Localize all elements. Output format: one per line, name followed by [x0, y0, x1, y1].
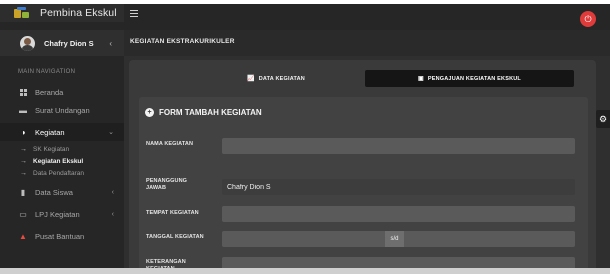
tab-pengajuan-kegiatan[interactable]: ▣ PENGAJUAN KEGIATAN EKSKUL [365, 70, 574, 87]
sidebar-item-label: Beranda [35, 87, 64, 97]
breadcrumb: KEGIATAN EKSTRAKURIKULER [130, 38, 235, 45]
form-title-text: FORM TAMBAH KEGIATAN [159, 108, 262, 117]
sidebar-item-lpj-kegiatan[interactable]: ▭ LPJ Kegiatan ‹ [0, 205, 124, 223]
sidebar-item-beranda[interactable]: Beranda [0, 83, 124, 101]
tanggal-selesai-input[interactable] [404, 231, 575, 247]
arrow-right-icon: → [20, 145, 27, 153]
form-title: + FORM TAMBAH KEGIATAN [145, 108, 262, 117]
tab-label: DATA KEGIATAN [258, 75, 305, 82]
plus-circle-icon: + [145, 108, 154, 117]
sidebar: Pembina Ekskul Chafry Dion S ‹ MAIN NAVI… [0, 0, 124, 274]
sidebar-item-surat-undangan[interactable]: ▬ Surat Undangan [0, 101, 124, 119]
tanggal-mulai-input[interactable] [222, 231, 385, 247]
sidebar-item-data-siswa[interactable]: ▮ Data Siswa ‹ [0, 183, 124, 201]
sidebar-item-kegiatan[interactable]: ◑ Kegiatan ⌄ [0, 123, 124, 141]
main-content: 📈 DATA KEGIATAN ▣ PENGAJUAN KEGIATAN EKS… [124, 56, 610, 274]
label-penanggung-jawab: PENANGGUNG JAWAB [146, 178, 187, 192]
chart-icon: 📈 [247, 76, 255, 82]
content-panel: 📈 DATA KEGIATAN ▣ PENGAJUAN KEGIATAN EKS… [129, 60, 596, 274]
sidebar-subitem-sk-kegiatan[interactable]: → SK Kegiatan [20, 143, 69, 155]
chevron-down-icon: ⌄ [108, 129, 114, 136]
label-tempat-kegiatan: TEMPAT KEGIATAN [146, 210, 199, 216]
mail-icon: ▬ [19, 105, 27, 115]
dashboard-grid-icon [19, 88, 27, 96]
power-button[interactable]: ⏻ [580, 11, 596, 27]
sidebar-item-label: Data Siswa [35, 187, 73, 197]
settings-gear-button[interactable]: ⚙ [596, 110, 610, 128]
chevron-left-icon: ‹ [111, 210, 114, 218]
nama-kegiatan-input[interactable] [222, 138, 575, 154]
date-range-separator: s/d [385, 231, 404, 247]
tab-label: PENGAJUAN KEGIATAN EKSKUL [427, 75, 521, 82]
app-title: Pembina Ekskul [40, 7, 117, 19]
arrow-right-icon: → [20, 157, 27, 165]
app-window: Pembina Ekskul Chafry Dion S ‹ MAIN NAVI… [0, 0, 610, 274]
avatar [20, 35, 35, 51]
label-nama-kegiatan: NAMA KEGIATAN [146, 141, 194, 147]
brand-bar[interactable]: Pembina Ekskul [0, 0, 124, 22]
label-line: PENANGGUNG [146, 178, 188, 184]
tab-data-kegiatan[interactable]: 📈 DATA KEGIATAN [181, 70, 371, 87]
tempat-kegiatan-input[interactable] [222, 206, 575, 222]
sidebar-item-label: Surat Undangan [35, 105, 90, 115]
report-icon: ▭ [19, 209, 27, 219]
breadcrumb-bar: KEGIATAN EKSTRAKURIKULER [124, 30, 610, 56]
calendar-icon: ▣ [418, 76, 424, 82]
sidebar-subitem-data-pendaftaran[interactable]: → Data Pendaftaran [20, 167, 84, 179]
sidebar-subitem-label: SK Kegiatan [33, 145, 70, 153]
circle-half-icon: ◑ [20, 127, 26, 137]
sidebar-item-pusat-bantuan[interactable]: ▲ Pusat Bantuan [0, 227, 124, 245]
chevron-left-icon: ‹ [109, 39, 112, 48]
book-icon: ▮ [20, 187, 26, 197]
sidebar-item-label: LPJ Kegiatan [35, 209, 80, 219]
menu-toggle-icon[interactable] [130, 10, 138, 17]
arrow-right-icon: → [20, 169, 27, 177]
bottom-border [0, 268, 610, 274]
penanggung-jawab-field[interactable] [222, 179, 575, 195]
label-line: KETERANGAN [146, 259, 186, 265]
nav-header: MAIN NAVIGATION [18, 69, 76, 75]
sidebar-item-label: Kegiatan [35, 127, 65, 137]
power-icon: ⏻ [584, 13, 592, 24]
sidebar-subitem-label: Data Pendaftaran [33, 169, 84, 177]
sidebar-subitem-label: Kegiatan Ekskul [33, 157, 84, 165]
chevron-left-icon: ‹ [111, 188, 114, 196]
user-panel[interactable]: Chafry Dion S ‹ [0, 30, 124, 56]
logo-icon [14, 7, 32, 19]
sidebar-subitem-kegiatan-ekskul[interactable]: → Kegiatan Ekskul [20, 155, 83, 167]
gear-icon: ⚙ [598, 113, 608, 124]
label-tanggal-kegiatan: TANGGAL KEGIATAN [146, 234, 204, 240]
warning-triangle-icon: ▲ [19, 231, 27, 241]
top-bar: ⏻ [124, 0, 610, 30]
form-card: + FORM TAMBAH KEGIATAN NAMA KEGIATAN PEN… [139, 97, 588, 274]
label-line: JAWAB [146, 185, 167, 191]
user-name: Chafry Dion S [44, 38, 94, 48]
sidebar-item-label: Pusat Bantuan [35, 231, 85, 241]
